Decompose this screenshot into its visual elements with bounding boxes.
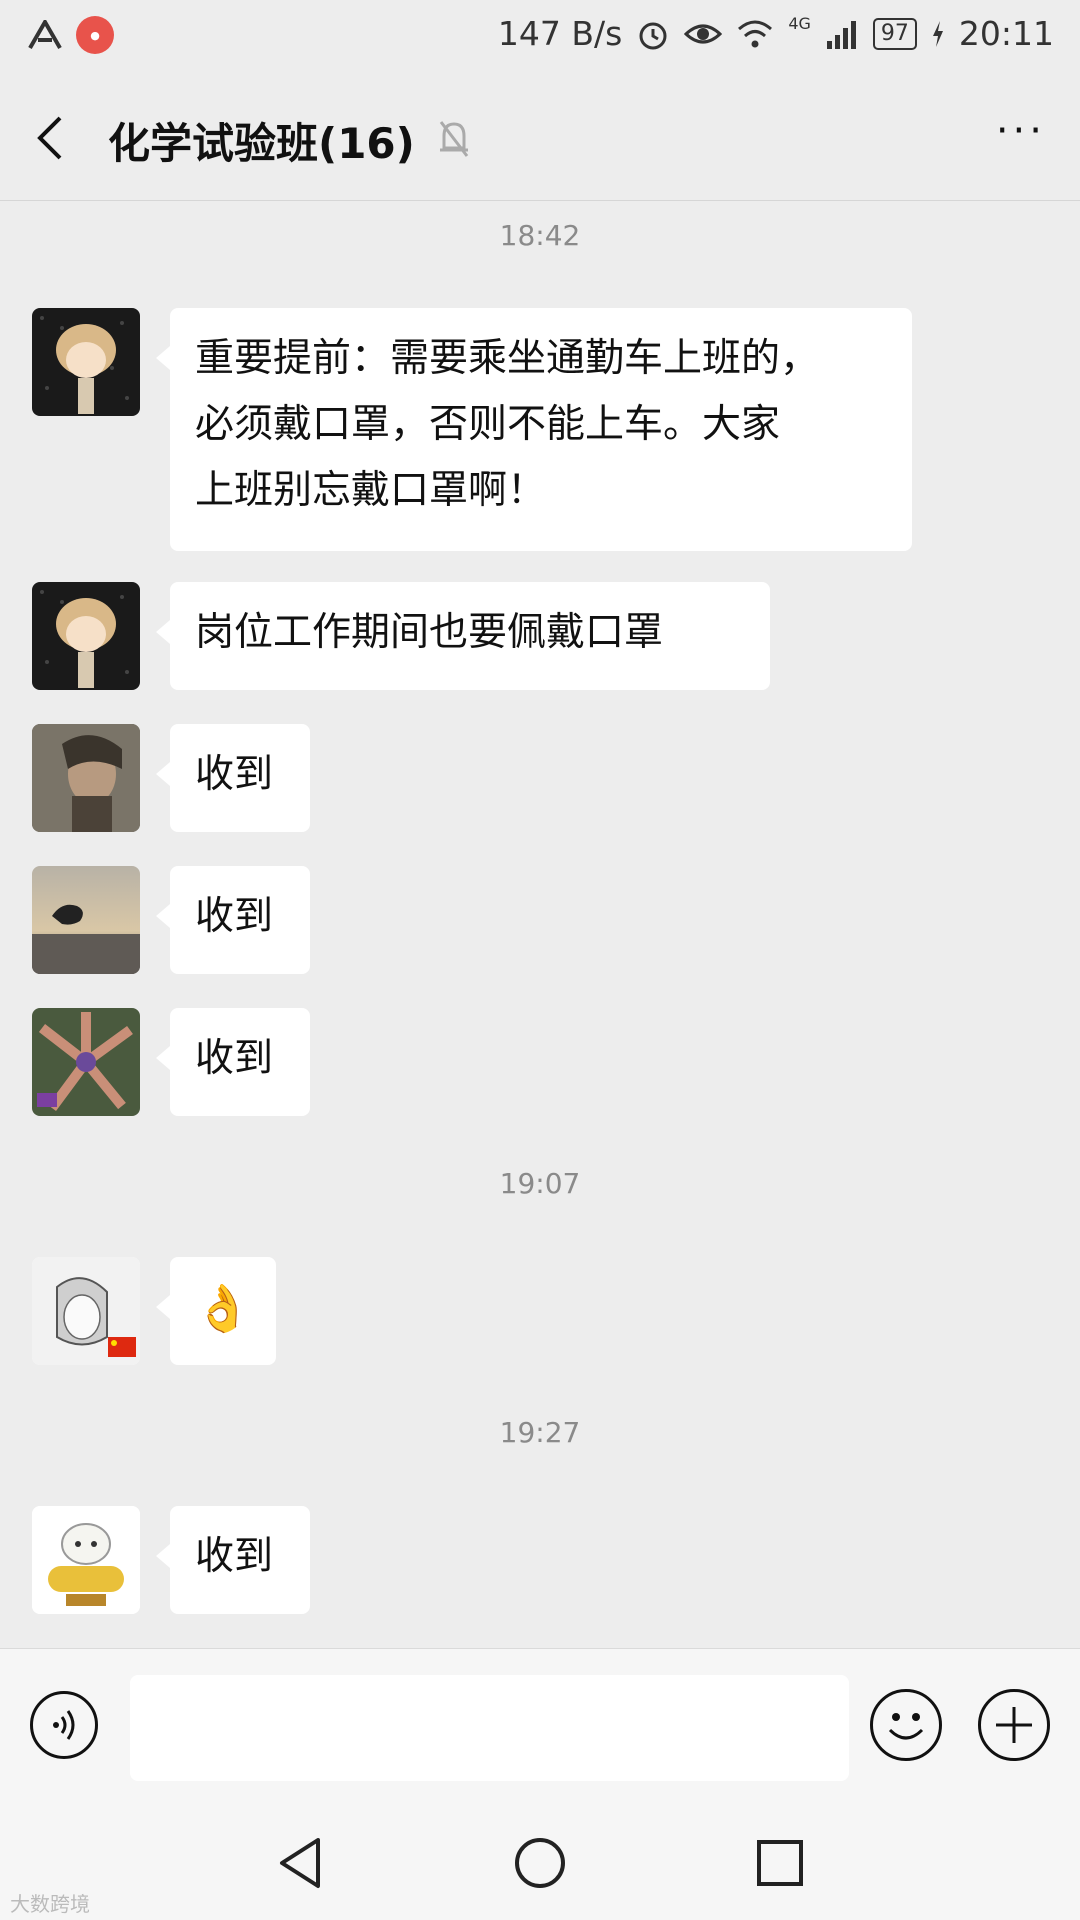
nav-recents-icon[interactable] (755, 1838, 805, 1888)
status-bar: ● 147 B/s 4G 97 20:11 (0, 0, 1080, 76)
timestamp: 19:27 (499, 1416, 581, 1449)
more-options-button[interactable]: ··· (996, 111, 1046, 151)
timestamp: 19:07 (499, 1167, 581, 1200)
message-bubble[interactable]: 👌 (156, 1257, 276, 1365)
chat-title[interactable]: 化学试验班(16) (108, 110, 415, 171)
signal-icon (826, 20, 856, 49)
timestamp: 18:42 (499, 219, 581, 252)
watermark: 大数跨境 (10, 1892, 90, 1916)
eye-icon (684, 24, 723, 43)
plus-icon[interactable] (978, 1689, 1050, 1761)
status-left: ● (28, 16, 114, 54)
app-logo-icon (28, 20, 62, 49)
message-input[interactable] (130, 1675, 849, 1781)
back-arrow-icon[interactable] (30, 108, 70, 168)
cartoon-girl-avatar[interactable] (32, 308, 140, 416)
hands-star-avatar[interactable] (32, 1008, 140, 1116)
network-type: 4G (788, 14, 811, 33)
wifi-icon (738, 20, 773, 47)
alarm-icon (639, 22, 667, 49)
sketch-girl-avatar[interactable] (32, 1257, 140, 1365)
sunset-hand-avatar[interactable] (32, 866, 140, 974)
message-bubble[interactable]: 重要提前：需要乘坐通勤车上班的， 必须戴口罩，否则不能上车。大家 上班别忘戴口罩… (156, 308, 912, 551)
chat-header: 化学试验班(16) ··· (0, 76, 1080, 201)
message-bubble[interactable]: 收到 (156, 866, 310, 974)
nav-home-icon[interactable] (513, 1836, 567, 1890)
network-speed: 147 B/s (497, 14, 623, 53)
message-bubble[interactable]: 收到 (156, 724, 310, 832)
voice-icon[interactable] (30, 1691, 98, 1759)
status-right: 147 B/s 4G 97 20:11 (498, 14, 1054, 53)
cartoon-girl-avatar[interactable] (32, 582, 140, 690)
system-nav-bar (0, 1800, 1080, 1920)
input-bar (0, 1648, 1080, 1801)
notification-badge-icon: ● (76, 16, 114, 54)
message-bubble[interactable]: 收到 (156, 1008, 310, 1116)
nav-back-icon[interactable] (276, 1836, 324, 1890)
battery-icon: 97 (872, 17, 917, 50)
muted-bell-icon (439, 121, 469, 157)
message-bubble[interactable]: 收到 (156, 1506, 310, 1614)
charging-icon (932, 20, 943, 47)
chat-area[interactable]: 18:42 重要提前：需要乘坐通勤车上班的， 必须戴口罩，否则不能上车。大家 上… (0, 201, 1080, 1647)
sheep-cartoon-avatar[interactable] (32, 1506, 140, 1614)
man-portrait-avatar[interactable] (32, 724, 140, 832)
message-bubble[interactable]: 岗位工作期间也要佩戴口罩 (156, 582, 770, 690)
emoji-icon[interactable] (870, 1689, 942, 1761)
clock: 20:11 (958, 14, 1054, 53)
